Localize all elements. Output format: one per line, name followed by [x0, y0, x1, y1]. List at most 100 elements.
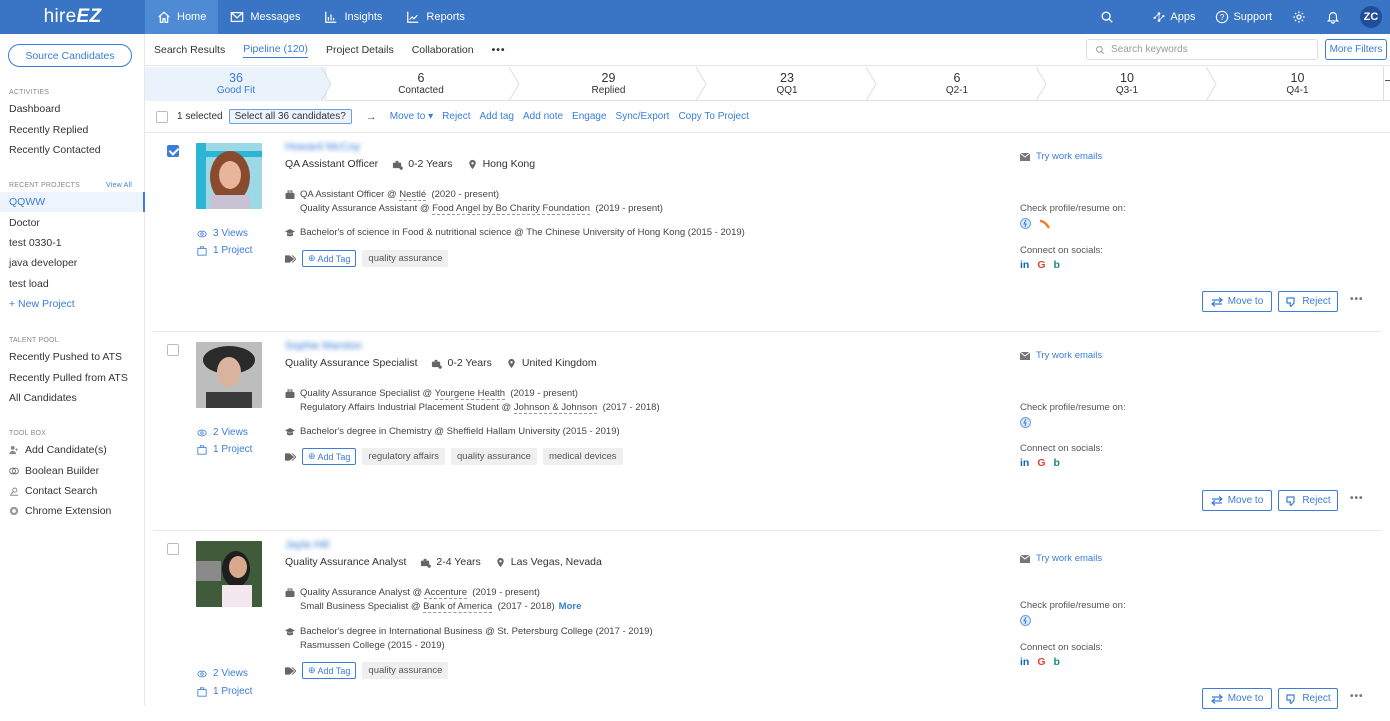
sidebar-item-all-candidates[interactable]: All Candidates	[0, 388, 145, 408]
tag[interactable]: regulatory affairs	[362, 448, 446, 465]
linkedin-icon[interactable]: in	[1020, 457, 1029, 469]
reject-button[interactable]: Reject	[1278, 291, 1338, 312]
sidebar-item-recently-pushed[interactable]: Recently Pushed to ATS	[0, 347, 145, 367]
try-work-emails-link[interactable]: Try work emails	[1020, 151, 1102, 162]
views-count[interactable]: 2 Views	[197, 668, 248, 679]
keyword-search-input[interactable]	[1111, 44, 1301, 55]
sidebar-item-recently-pulled[interactable]: Recently Pulled from ATS	[0, 367, 145, 387]
views-count[interactable]: 3 Views	[197, 228, 248, 239]
more-options-button[interactable]: •••	[1350, 294, 1364, 305]
bing-icon[interactable]: b	[1054, 457, 1060, 469]
linkedin-icon[interactable]: in	[1020, 259, 1029, 271]
company-link[interactable]: Johnson & Johnson	[513, 402, 598, 414]
nav-home[interactable]: Home	[145, 0, 219, 34]
projects-count[interactable]: 1 Project	[197, 686, 252, 697]
linkedin-icon[interactable]: in	[1020, 656, 1029, 668]
bulk-add-tag[interactable]: Add tag	[480, 111, 514, 122]
views-count[interactable]: 2 Views	[197, 427, 248, 438]
view-all-link[interactable]: View All	[106, 182, 132, 189]
stages-scroll-indicator[interactable]	[1385, 80, 1390, 81]
source-candidates-button[interactable]: Source Candidates	[8, 44, 132, 67]
more-experience-link[interactable]: More	[559, 601, 582, 612]
stage-contacted[interactable]: 6 Contacted	[327, 67, 520, 101]
hiretual-profile-icon[interactable]	[1020, 218, 1031, 229]
candidate-photo[interactable]	[196, 541, 262, 607]
bing-icon[interactable]: b	[1054, 656, 1060, 668]
more-options-button[interactable]: •••	[1350, 691, 1364, 702]
add-tag-button[interactable]: ⊕ Add Tag	[302, 250, 357, 267]
candidate-name[interactable]: Howard McCoy	[285, 141, 360, 153]
tab-collaboration[interactable]: Collaboration	[412, 42, 474, 58]
stage-qq1[interactable]: 23 QQ1	[702, 67, 877, 101]
external-profile-icon[interactable]	[1039, 219, 1051, 229]
nav-reports[interactable]: Reports	[394, 0, 477, 34]
sidebar-project-test-load[interactable]: test load	[0, 274, 145, 294]
select-all-candidates-button[interactable]: Select all 36 candidates?	[228, 109, 352, 124]
tabs-more-button[interactable]: •••	[492, 42, 506, 58]
tab-project-details[interactable]: Project Details	[326, 42, 394, 58]
tag[interactable]: medical devices	[542, 448, 623, 465]
stage-good-fit[interactable]: 36 Good Fit	[145, 67, 332, 101]
stage-replied[interactable]: 29 Replied	[515, 67, 707, 101]
google-icon[interactable]: G	[1037, 457, 1045, 469]
new-project-link[interactable]: + New Project	[0, 294, 145, 314]
hiretual-profile-icon[interactable]	[1020, 615, 1031, 626]
sidebar-item-chrome-extension[interactable]: Chrome Extension	[0, 501, 145, 521]
move-to-button[interactable]: Move to	[1202, 291, 1272, 312]
user-avatar[interactable]: ZC	[1360, 6, 1382, 28]
settings-button[interactable]	[1292, 10, 1306, 24]
projects-count[interactable]: 1 Project	[197, 245, 252, 256]
candidate-checkbox[interactable]	[167, 145, 179, 157]
bulk-move-to[interactable]: Move to ▾	[390, 111, 433, 122]
sidebar-item-add-candidates[interactable]: Add Candidate(s)	[0, 440, 145, 460]
google-icon[interactable]: G	[1037, 259, 1045, 271]
apps-button[interactable]: Apps	[1152, 10, 1195, 24]
bulk-sync-export[interactable]: Sync/Export	[616, 111, 670, 122]
support-button[interactable]: ? Support	[1215, 10, 1272, 24]
bulk-engage[interactable]: Engage	[572, 111, 606, 122]
candidate-photo[interactable]	[196, 342, 262, 408]
add-tag-button[interactable]: ⊕ Add Tag	[302, 448, 357, 465]
tab-search-results[interactable]: Search Results	[154, 42, 225, 58]
reject-button[interactable]: Reject	[1278, 490, 1338, 511]
candidate-name[interactable]: Sophie Marston	[285, 340, 362, 352]
sidebar-project-java-developer[interactable]: java developer	[0, 253, 145, 273]
sidebar-item-recently-contacted[interactable]: Recently Contacted	[0, 140, 145, 160]
candidate-checkbox[interactable]	[167, 543, 179, 555]
candidate-photo[interactable]	[196, 143, 262, 209]
sidebar-item-dashboard[interactable]: Dashboard	[0, 99, 145, 119]
bulk-add-note[interactable]: Add note	[523, 111, 563, 122]
stage-q3-1[interactable]: 10 Q3-1	[1042, 67, 1217, 101]
bulk-copy-to-project[interactable]: Copy To Project	[678, 111, 748, 122]
sidebar-project-doctor[interactable]: Doctor	[0, 212, 145, 232]
company-link[interactable]: Yourgene Health	[434, 388, 506, 400]
tab-pipeline[interactable]: Pipeline (120)	[243, 41, 308, 58]
company-link[interactable]: Bank of America	[423, 601, 493, 613]
candidate-checkbox[interactable]	[167, 344, 179, 356]
nav-insights[interactable]: Insights	[312, 0, 394, 34]
sidebar-item-boolean-builder[interactable]: Boolean Builder	[0, 460, 145, 480]
candidate-name[interactable]: Jayla Hill	[285, 539, 329, 551]
google-icon[interactable]: G	[1037, 656, 1045, 668]
tag[interactable]: quality assurance	[362, 662, 449, 679]
sidebar-item-recently-replied[interactable]: Recently Replied	[0, 119, 145, 139]
select-all-checkbox[interactable]	[156, 110, 168, 123]
stage-q4-1[interactable]: 10 Q4-1	[1212, 67, 1384, 101]
company-link[interactable]: Nestlé	[399, 189, 427, 201]
company-link[interactable]: Accenture	[424, 587, 468, 599]
more-filters-button[interactable]: More Filters	[1325, 39, 1387, 60]
stage-q2-1[interactable]: 6 Q2-1	[872, 67, 1047, 101]
tag[interactable]: quality assurance	[362, 250, 449, 267]
hiretual-profile-icon[interactable]	[1020, 417, 1031, 428]
company-link[interactable]: Food Angel by Bo Charity Foundation	[432, 203, 591, 215]
hireez-logo[interactable]: hire EZ	[0, 0, 145, 34]
sidebar-project-test-0330-1[interactable]: test 0330-1	[0, 233, 145, 253]
more-options-button[interactable]: •••	[1350, 493, 1364, 504]
try-work-emails-link[interactable]: Try work emails	[1020, 553, 1102, 564]
tag[interactable]: quality assurance	[451, 448, 537, 465]
sidebar-project-qqww[interactable]: QQWW	[0, 192, 145, 213]
nav-messages[interactable]: Messages	[218, 0, 312, 34]
notifications-button[interactable]	[1326, 10, 1340, 24]
bing-icon[interactable]: b	[1054, 259, 1060, 271]
try-work-emails-link[interactable]: Try work emails	[1020, 350, 1102, 361]
